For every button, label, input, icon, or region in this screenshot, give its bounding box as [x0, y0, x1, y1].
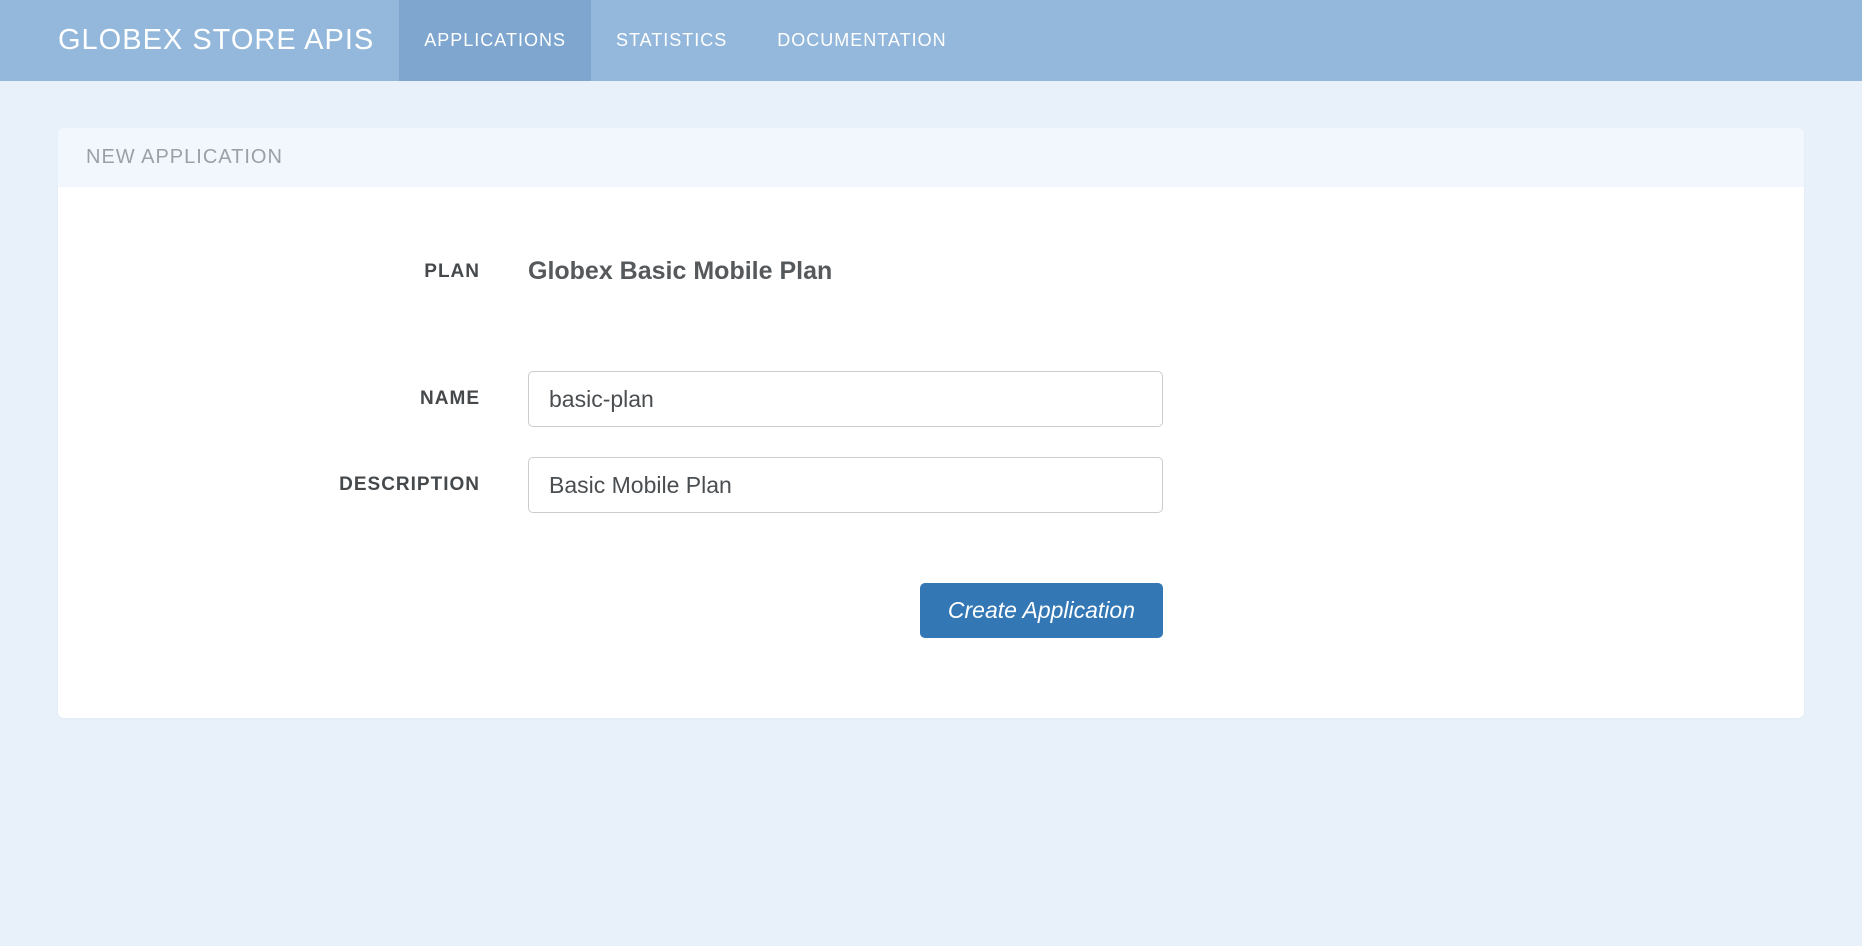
- nav-item-applications[interactable]: APPLICATIONS: [399, 0, 591, 81]
- form-row-description: DESCRIPTION: [98, 457, 1764, 513]
- navbar: GLOBEX STORE APIS APPLICATIONS STATISTIC…: [0, 0, 1862, 81]
- nav-item-statistics[interactable]: STATISTICS: [591, 0, 752, 81]
- navbar-nav: APPLICATIONS STATISTICS DOCUMENTATION: [399, 0, 971, 81]
- button-row: Create Application: [98, 583, 1764, 638]
- plan-value: Globex Basic Mobile Plan: [528, 257, 832, 286]
- panel-body: PLAN Globex Basic Mobile Plan NAME DESCR…: [58, 187, 1804, 718]
- main-container: NEW APPLICATION PLAN Globex Basic Mobile…: [0, 81, 1862, 765]
- navbar-brand[interactable]: GLOBEX STORE APIS: [58, 24, 374, 57]
- nav-item-documentation[interactable]: DOCUMENTATION: [752, 0, 971, 81]
- description-label: DESCRIPTION: [98, 474, 528, 496]
- create-application-button[interactable]: Create Application: [920, 583, 1163, 638]
- name-label: NAME: [98, 388, 528, 410]
- button-container: Create Application: [528, 583, 1163, 638]
- application-panel: NEW APPLICATION PLAN Globex Basic Mobile…: [58, 128, 1804, 718]
- panel-header: NEW APPLICATION: [58, 128, 1804, 187]
- form-row-name: NAME: [98, 371, 1764, 427]
- description-input[interactable]: [528, 457, 1163, 513]
- name-input[interactable]: [528, 371, 1163, 427]
- plan-label: PLAN: [98, 261, 528, 283]
- form-row-plan: PLAN Globex Basic Mobile Plan: [98, 257, 1764, 286]
